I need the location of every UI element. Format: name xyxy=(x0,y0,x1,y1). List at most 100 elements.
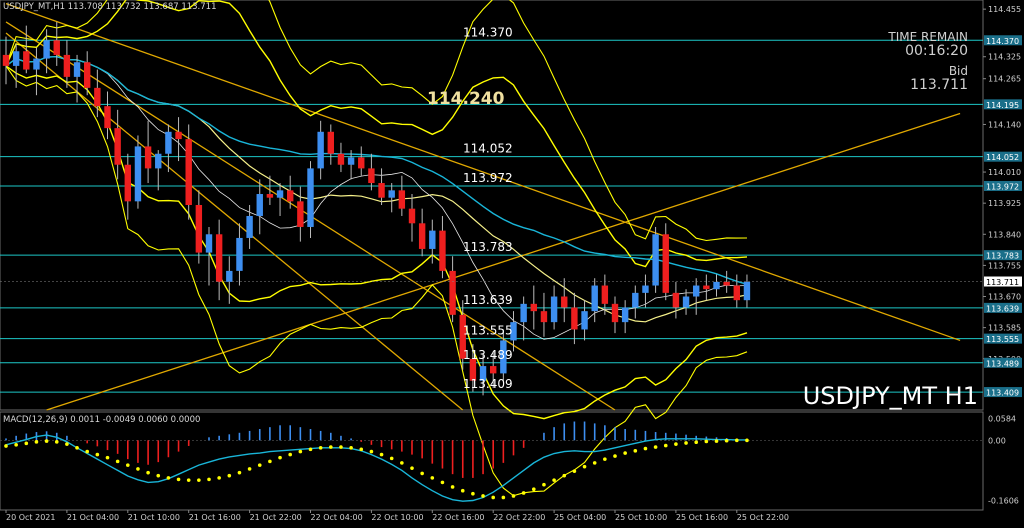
time-tick-label: 25 Oct 04:00 xyxy=(554,513,606,522)
macd-signal-dot xyxy=(389,456,394,461)
macd-signal-dot xyxy=(166,476,171,480)
price-tag-label: 114.195 xyxy=(986,101,1019,110)
macd-signal-dot xyxy=(694,440,698,445)
candle-bull xyxy=(520,303,527,323)
candle-bull xyxy=(388,190,395,198)
time-tick-label: 22 Oct 16:00 xyxy=(432,513,484,522)
macd-signal-dot xyxy=(420,471,424,476)
macd-signal-dot xyxy=(288,452,293,457)
candle-bull xyxy=(713,281,720,290)
price-tick-label: 113.585 xyxy=(988,324,1021,333)
candle-bear xyxy=(703,285,710,290)
price-tick-label: 114.265 xyxy=(988,75,1021,84)
candle-bear xyxy=(662,234,669,293)
candle-bull xyxy=(12,51,20,66)
candle-bear xyxy=(215,234,223,282)
macd-signal-dot xyxy=(34,440,39,444)
candle-bull xyxy=(246,215,253,238)
candle-bull xyxy=(226,270,233,282)
candle-bear xyxy=(23,51,30,70)
candle-bull xyxy=(307,168,314,227)
price-tick-label: 114.140 xyxy=(988,120,1021,129)
candle-bull xyxy=(205,234,213,253)
macd-signal-dot xyxy=(521,491,526,495)
level-label: 113.972 xyxy=(463,171,513,185)
candle-bear xyxy=(733,285,740,301)
level-label: 113.783 xyxy=(463,240,513,254)
candle-bull xyxy=(621,307,629,323)
candle-bear xyxy=(408,208,416,224)
macd-signal-dot xyxy=(460,488,465,493)
price-tag-label: 113.783 xyxy=(986,252,1019,261)
macd-signal-dot xyxy=(562,473,567,478)
macd-signal-dot xyxy=(603,457,607,461)
price-tag-label: 113.639 xyxy=(986,304,1019,313)
macd-signal-dot xyxy=(724,438,729,443)
macd-signal-dot xyxy=(268,459,272,464)
time-tick-label: 25 Oct 16:00 xyxy=(676,513,728,522)
candle-bear xyxy=(175,131,182,140)
candle-bull xyxy=(73,62,81,77)
bid-tag-label: 113.711 xyxy=(986,278,1019,287)
macd-signal-dot xyxy=(582,464,587,469)
price-tick-label: 114.325 xyxy=(988,53,1021,62)
level-label: 113.409 xyxy=(463,377,513,391)
macd-signal-dot xyxy=(318,446,323,450)
macd-signal-dot xyxy=(54,440,59,444)
candle-bear xyxy=(418,223,426,249)
time-tick-label: 25 Oct 22:00 xyxy=(737,513,789,522)
macd-signal-dot xyxy=(237,470,242,475)
price-tag-label: 113.972 xyxy=(986,182,1019,191)
candle-bear xyxy=(144,146,152,169)
candle-bear xyxy=(2,54,10,66)
macd-signal-dot xyxy=(156,473,161,478)
macd-signal-dot xyxy=(430,476,435,480)
candle-bull xyxy=(429,230,436,249)
candle-bear xyxy=(94,87,101,107)
macd-signal-dot xyxy=(491,495,496,500)
candle-bear xyxy=(490,366,497,374)
candle-bear xyxy=(530,303,537,312)
macd-signal-dot xyxy=(278,455,282,460)
macd-signal-dot xyxy=(136,467,140,471)
macd-signal-dot xyxy=(75,446,79,450)
candle-bear xyxy=(449,270,456,315)
macd-signal-dot xyxy=(44,439,49,443)
time-axis: 20 Oct 2021 21 Oct 04:00 21 Oct 10:00 21 Oc… xyxy=(5,510,789,522)
time-tick-label: 25 Oct 10:00 xyxy=(615,513,667,522)
candle-bear xyxy=(723,281,730,286)
macd-axis-label: 0.00 xyxy=(988,436,1006,445)
macd-signal-dot xyxy=(745,438,749,443)
macd-signal-dot xyxy=(572,469,577,473)
level-label: 113.489 xyxy=(463,348,513,362)
chart-canvas[interactable]: 114.370 114.052 113.972 113.783 113.639 113.5… xyxy=(0,0,1024,524)
macd-signal-dot xyxy=(85,449,89,454)
time-tick-label: 21 Oct 10:00 xyxy=(128,513,180,522)
candle-bull xyxy=(33,58,40,70)
macd-signal-dot xyxy=(217,476,221,480)
candle-bear xyxy=(672,292,680,308)
macd-signal-dot xyxy=(532,487,536,492)
chart-window[interactable]: 114.370 114.052 113.972 113.783 113.639 113.5… xyxy=(0,0,1024,524)
price-tick-label: 113.840 xyxy=(988,230,1021,239)
macd-signal-dot xyxy=(663,443,668,448)
level-label: 113.555 xyxy=(463,324,513,338)
price-tag-label: 114.370 xyxy=(986,37,1019,46)
time-remain-value: 00:16:20 xyxy=(905,43,968,59)
bid-label: Bid xyxy=(949,64,968,78)
candle-bull xyxy=(550,296,558,323)
time-tick-label: 22 Oct 22:00 xyxy=(493,513,545,522)
candle-bear xyxy=(327,131,334,154)
candle-bear xyxy=(266,194,274,198)
time-tick-label: 20 Oct 2021 xyxy=(6,513,55,522)
macd-signal-dot xyxy=(369,449,374,454)
macd-signal-dot xyxy=(308,447,313,452)
macd-signal-dot xyxy=(146,470,150,475)
macd-signal-dot xyxy=(379,452,384,457)
candle-bull xyxy=(165,131,172,154)
candle-bear xyxy=(358,157,365,169)
macd-signal-dot xyxy=(552,478,556,482)
macd-signal-dot xyxy=(339,445,343,449)
candle-bear xyxy=(601,285,609,304)
macd-signal-dot xyxy=(450,485,455,489)
